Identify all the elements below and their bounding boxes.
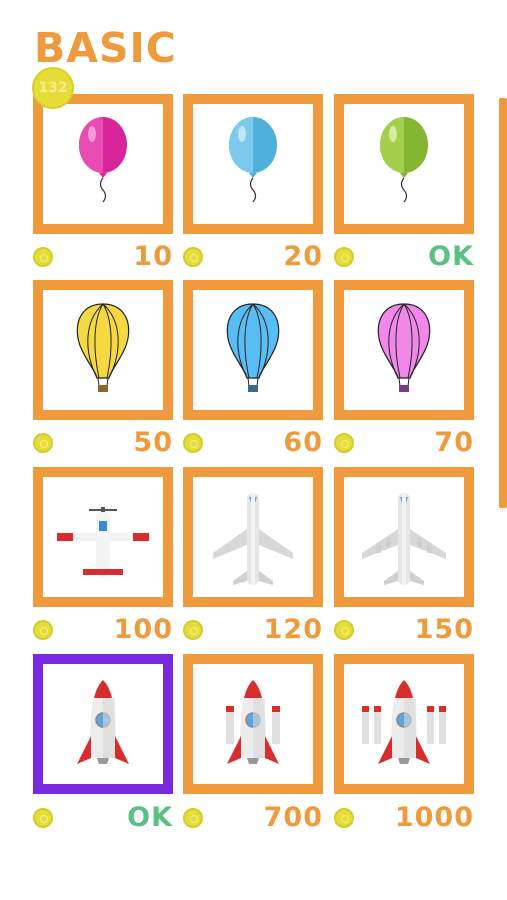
price-row: 10 (33, 241, 173, 273)
pink-hot-air-balloon-icon (377, 303, 431, 392)
item-price: 150 (414, 614, 474, 645)
coin-icon (33, 247, 53, 267)
item-owned-ok: OK (428, 241, 474, 272)
item-pink-hot-air-balloon[interactable] (334, 280, 474, 420)
coin-balance-badge: 132 (32, 67, 74, 109)
item-price: 70 (434, 427, 474, 458)
item-blue-balloon[interactable] (183, 94, 323, 234)
price-row: 20 (183, 241, 323, 273)
item-blue-hot-air-balloon[interactable] (183, 280, 323, 420)
item-owned-ok: OK (127, 802, 173, 833)
scrollbar[interactable] (499, 98, 507, 508)
price-row: OK (33, 802, 173, 834)
coin-icon (334, 433, 354, 453)
price-row: 60 (183, 427, 323, 459)
coin-icon (334, 247, 354, 267)
item-red-white-propeller-plane[interactable] (33, 467, 173, 607)
price-row: 100 (33, 614, 173, 646)
coin-icon (183, 808, 203, 828)
item-rocket-two-boosters[interactable] (183, 654, 323, 794)
item-yellow-hot-air-balloon[interactable] (33, 280, 173, 420)
item-price: 1000 (394, 802, 474, 833)
item-price: 50 (133, 427, 173, 458)
price-row: 700 (183, 802, 323, 834)
coin-icon (33, 620, 53, 640)
item-green-balloon[interactable] (334, 94, 474, 234)
coin-icon (33, 433, 53, 453)
item-price: 20 (283, 241, 323, 272)
yellow-hot-air-balloon-icon (76, 303, 130, 392)
blue-hot-air-balloon-icon (226, 303, 280, 392)
green-balloon-icon (380, 117, 428, 203)
coin-icon (183, 620, 203, 640)
item-price: 120 (263, 614, 323, 645)
page-title: BASIC (34, 24, 177, 72)
four-engine-jet-icon (362, 493, 446, 585)
item-price: 700 (263, 802, 323, 833)
item-rocket-four-boosters[interactable] (334, 654, 474, 794)
propeller-plane-icon (57, 507, 149, 577)
rocket-two-boosters-icon (226, 680, 280, 764)
price-row: 1000 (334, 802, 474, 834)
price-row: 70 (334, 427, 474, 459)
coin-icon (33, 808, 53, 828)
price-row: 50 (33, 427, 173, 459)
rocket-four-boosters-icon (362, 680, 446, 764)
blue-balloon-icon (229, 117, 277, 203)
coin-icon (334, 620, 354, 640)
item-price: 10 (133, 241, 173, 272)
coin-icon (334, 808, 354, 828)
jet-plane-icon (213, 493, 293, 585)
item-white-four-engine-jet[interactable] (334, 467, 474, 607)
coin-icon (183, 433, 203, 453)
price-row: 120 (183, 614, 323, 646)
price-row: 150 (334, 614, 474, 646)
item-pink-balloon[interactable] (33, 94, 173, 234)
price-row: OK (334, 241, 474, 273)
item-price: 100 (113, 614, 173, 645)
item-white-jet-plane[interactable] (183, 467, 323, 607)
rocket-icon (77, 680, 129, 764)
item-price: 60 (283, 427, 323, 458)
item-rocket-selected[interactable] (33, 654, 173, 794)
coin-icon (183, 247, 203, 267)
pink-balloon-icon (79, 117, 127, 203)
